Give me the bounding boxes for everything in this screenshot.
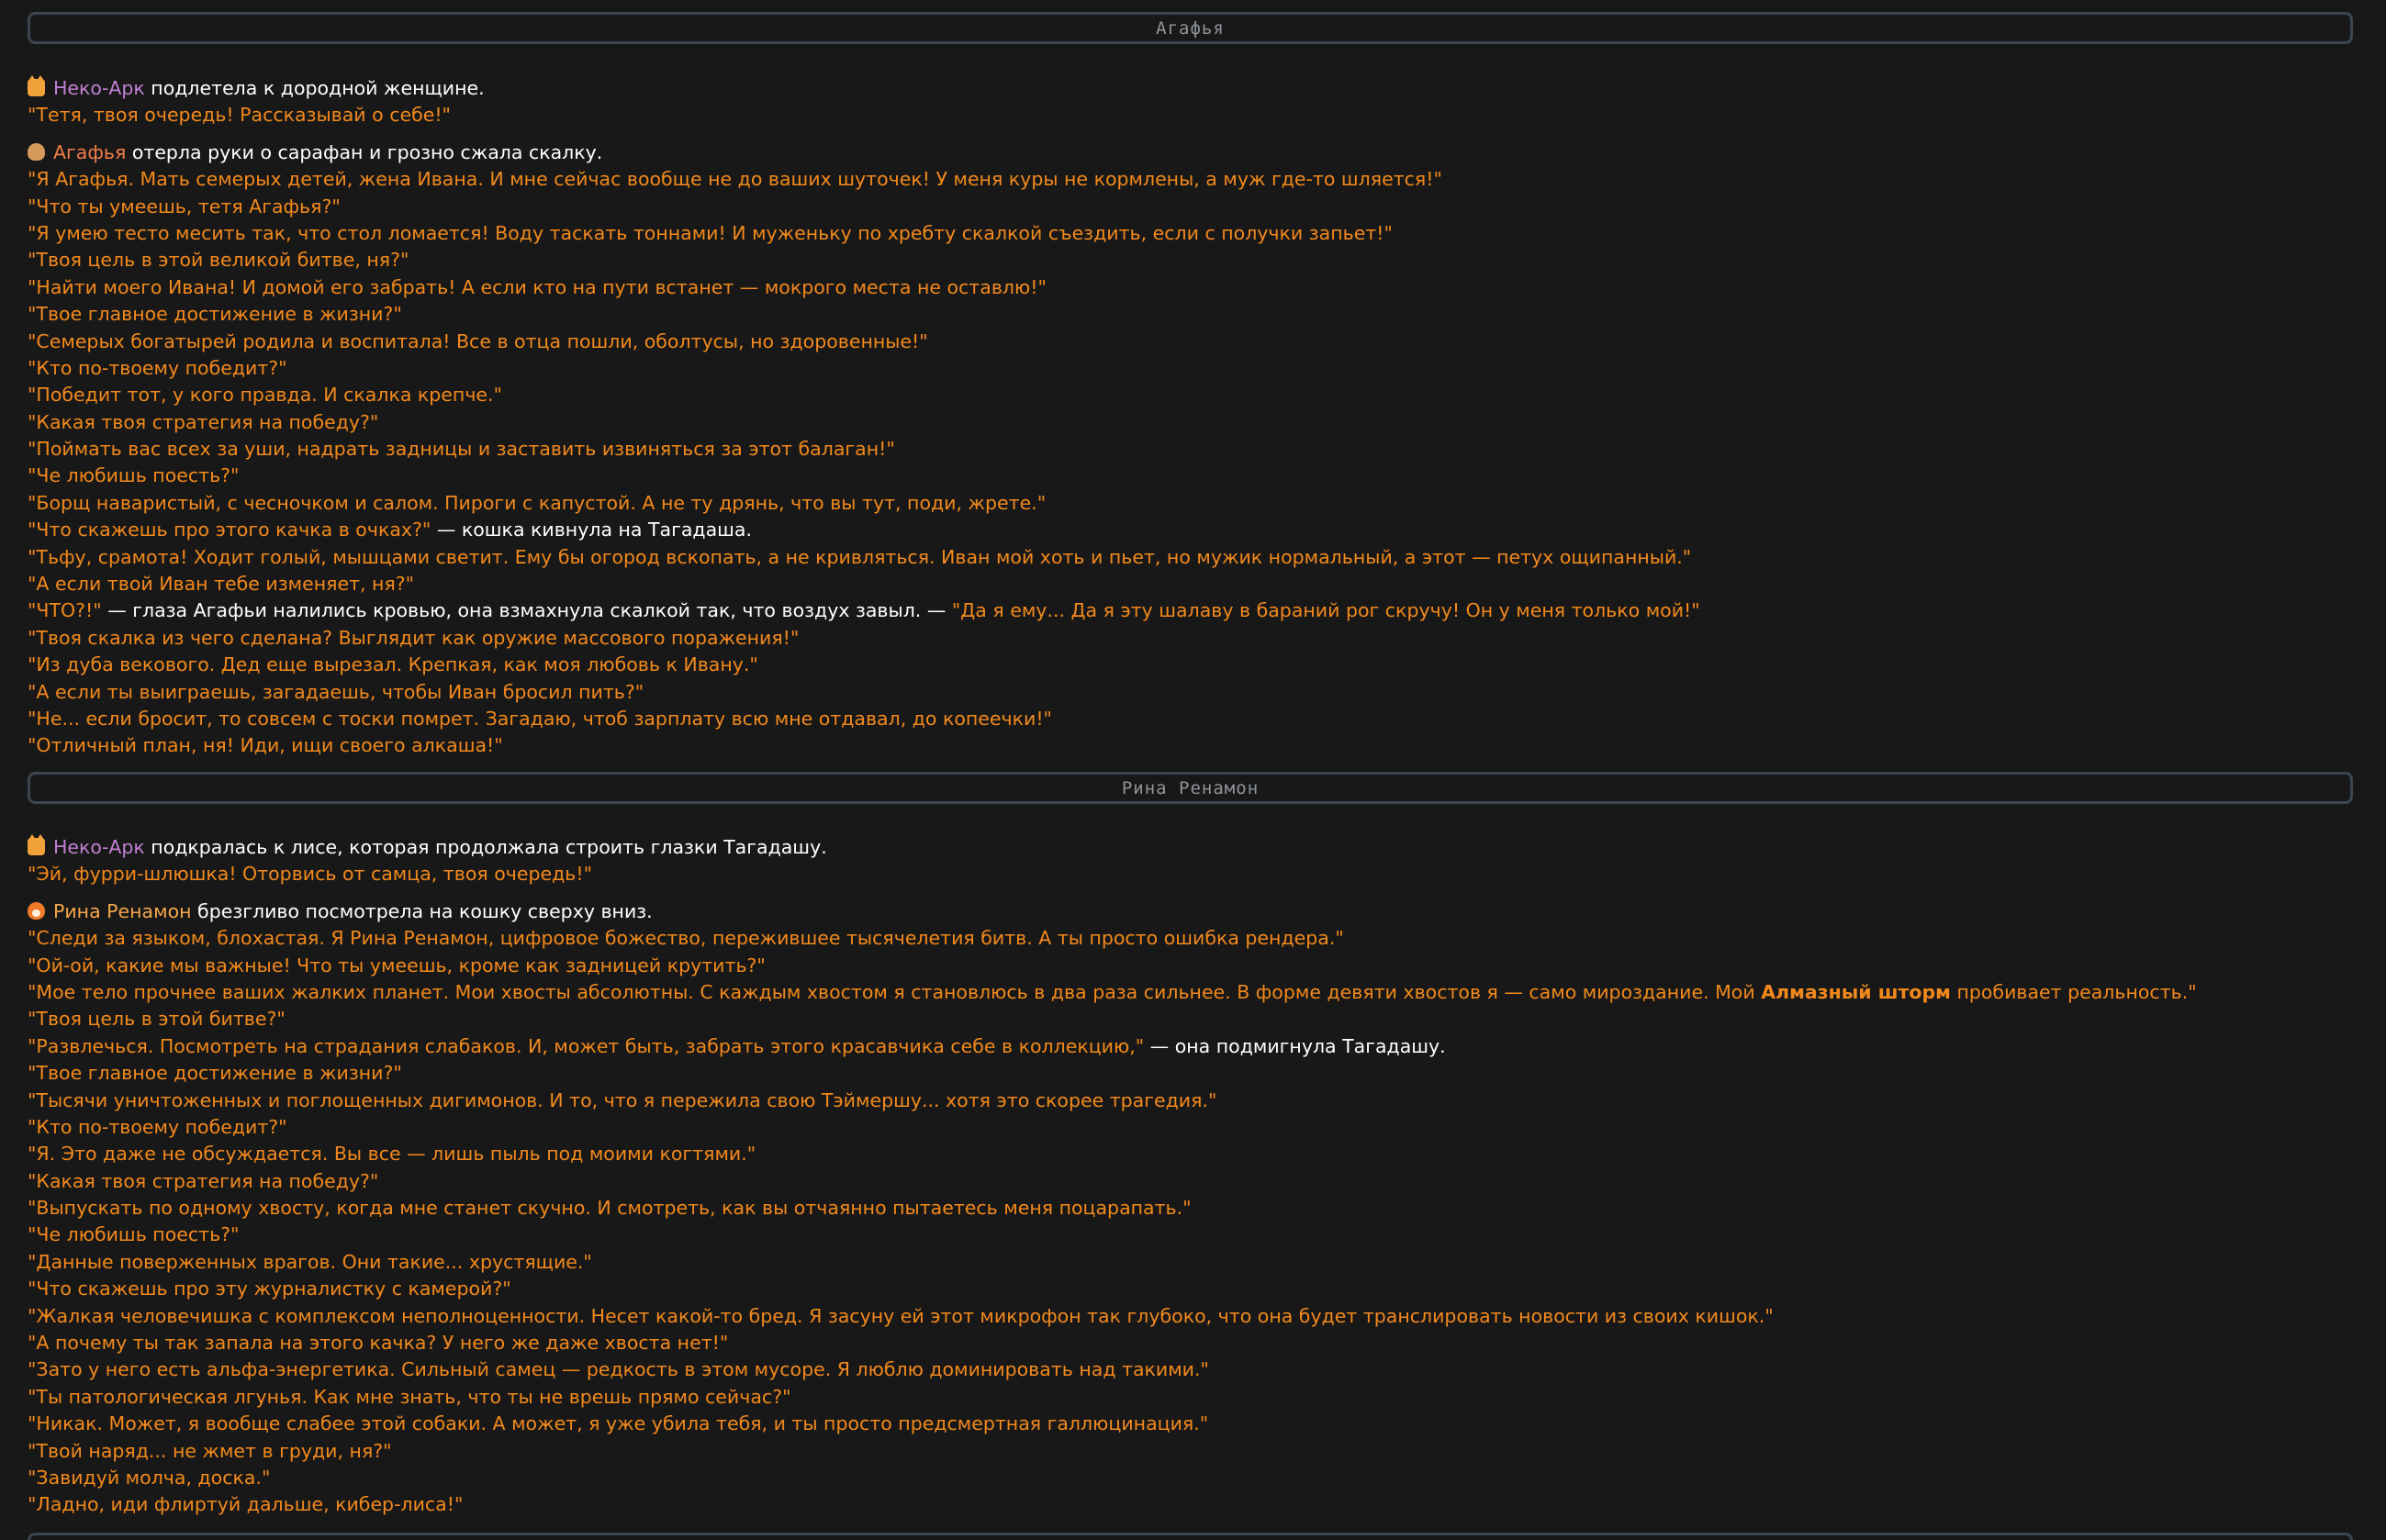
narration-text: брезгливо посмотрела на кошку сверху вни… xyxy=(191,899,653,922)
quote-line: "Твое главное достижение в жизни?" xyxy=(28,303,402,326)
quote-line: "Че любишь поесть?" xyxy=(28,1223,240,1246)
quote-line: "Найти моего Ивана! И домой его забрать!… xyxy=(28,275,1047,298)
speaker-rina-renamon: Рина Ренамон xyxy=(53,899,192,922)
narration-text: — она подмигнула Тагадашу. xyxy=(1144,1034,1446,1057)
quote-line: "Я Агафья. Мать семерых детей, жена Иван… xyxy=(28,168,1442,191)
quote-line: "Твоя скалка из чего сделана? Выглядит к… xyxy=(28,626,800,649)
quote-text: "Развлечься. Посмотреть на страдания сла… xyxy=(28,1034,1145,1057)
quote-line: "Кто по-твоему победит?" xyxy=(28,356,287,379)
narration-text: подкралась к лисе, которая продолжала ст… xyxy=(144,836,827,858)
quote-line: "Борщ наваристый, с чесночком и салом. П… xyxy=(28,491,1047,514)
quote-line: "Поймать вас всех за уши, надрать задниц… xyxy=(28,438,895,461)
quote-text: "Мое тело прочнее ваших жалких планет. М… xyxy=(28,980,1762,1003)
quote-line: "Какая твоя стратегия на победу?" xyxy=(28,410,379,433)
speaker-neko-ark: Неко-Арк xyxy=(53,836,145,858)
narration-line: Агафья отерла руки о сарафан и грозно сж… xyxy=(28,139,1700,166)
quote-line: "Твое главное достижение в жизни?" xyxy=(28,1062,402,1085)
narration-text: — глаза Агафьи налились кровью, она взма… xyxy=(101,599,952,622)
quote-line: "Из дуба векового. Дед еще вырезал. Креп… xyxy=(28,653,758,676)
narration-line: Рина Ренамон брезгливо посмотрела на кош… xyxy=(28,898,2197,925)
quote-line: "Эй, фурри-шлюшка! Оторвись от самца, тв… xyxy=(28,863,593,886)
speaker-agafya: Агафья xyxy=(53,140,127,163)
quote-line: "А если твой Иван тебе изменяет, ня?" xyxy=(28,573,415,596)
next-section-header[interactable] xyxy=(28,1533,2353,1540)
quote-line: "Зато у него есть альфа-энергетика. Силь… xyxy=(28,1358,1209,1381)
quote-text: "ЧТО?!" xyxy=(28,599,102,622)
quote-line: "Я умею тесто месить так, что стол ломае… xyxy=(28,221,1393,244)
quote-line: "Что ты умеешь, тетя Агафья?" xyxy=(28,195,341,218)
section-header-agafya[interactable]: Агафья xyxy=(28,12,2353,44)
quote-line: "Завидуй молча, доска." xyxy=(28,1466,271,1489)
quote-line: "Кто по-твоему победит?" xyxy=(28,1115,287,1138)
speaker-neko-ark: Неко-Арк xyxy=(53,77,145,99)
quote-line: "Выпускать по одному хвосту, когда мне с… xyxy=(28,1197,1192,1220)
narration-line: Неко-Арк подкралась к лисе, которая прод… xyxy=(28,834,2197,861)
quote-text: "Что скажешь про этого качка в очках?" xyxy=(28,519,431,541)
section-header-rina-renamon[interactable]: Рина Ренамон xyxy=(28,772,2353,804)
quote-line: "Какая твоя стратегия на победу?" xyxy=(28,1169,379,1192)
quote-line: "Я. Это даже не обсуждается. Вы все — ли… xyxy=(28,1143,756,1166)
quote-line: "Отличный план, ня! Иди, ищи своего алка… xyxy=(28,734,503,757)
quote-line: "Тьфу, срамота! Ходит голый, мышцами све… xyxy=(28,545,1692,568)
quote-line: "Ладно, иди флиртуй дальше, кибер-лиса!" xyxy=(28,1493,464,1516)
mixed-line: "Что скажешь про этого качка в очках?" —… xyxy=(28,517,1700,543)
quote-line: "Следи за языком, блохастая. Я Рина Рена… xyxy=(28,927,1344,950)
narration-text: подлетела к дородной женщине. xyxy=(144,77,485,99)
cat-face-icon xyxy=(28,834,45,855)
quote-line: "Семерых богатырей родила и воспитала! В… xyxy=(28,329,928,352)
quote-line: "Не... если бросит, то совсем с тоски по… xyxy=(28,707,1052,730)
narration-line: Неко-Арк подлетела к дородной женщине. xyxy=(28,75,1700,102)
quote-line: "Твоя цель в этой великой битве, ня?" xyxy=(28,249,409,272)
quote-line: "Ой-ой, какие мы важные! Что ты умеешь, … xyxy=(28,954,766,976)
section-agafya: Неко-Арк подлетела к дородной женщине. "… xyxy=(28,75,1700,760)
quote-line: "Че любишь поесть?" xyxy=(28,464,240,487)
quote-line: "Твой наряд... не жмет в груди, ня?" xyxy=(28,1439,392,1462)
quote-line: "Мое тело прочнее ваших жалких планет. М… xyxy=(28,979,2197,1006)
quote-line: "Никак. Может, я вообще слабее этой соба… xyxy=(28,1412,1209,1435)
quote-line: "Данные поверженных врагов. Они такие...… xyxy=(28,1250,592,1273)
quote-line: "Что скажешь про эту журналистку с камер… xyxy=(28,1278,511,1300)
quote-text: "Да я ему... Да я эту шалаву в бараний р… xyxy=(951,599,1700,622)
narration-text: — кошка кивнула на Тагадаша. xyxy=(431,519,752,541)
fox-face-icon xyxy=(28,901,45,920)
quote-line: "Жалкая человечишка с комплексом неполно… xyxy=(28,1304,1774,1327)
section-rina-renamon: Неко-Арк подкралась к лисе, которая прод… xyxy=(28,834,2197,1519)
mixed-line: "Развлечься. Посмотреть на страдания сла… xyxy=(28,1033,2197,1060)
quote-line: "Победит тот, у кого правда. И скалка кр… xyxy=(28,384,502,407)
quote-text: пробивает реальность." xyxy=(1950,980,2197,1003)
chat-log: Агафья Неко-Арк подлетела к дородной жен… xyxy=(0,0,2386,1540)
quote-line: "Твоя цель в этой битве?" xyxy=(28,1008,286,1031)
narration-text: отерла руки о сарафан и грозно сжала ска… xyxy=(126,140,603,163)
bread-icon xyxy=(28,142,45,161)
quote-line: "А если ты выиграешь, загадаешь, чтобы И… xyxy=(28,680,644,703)
quote-line: "Ты патологическая лгунья. Как мне знать… xyxy=(28,1385,791,1408)
quote-line: "Тысячи уничтоженных и поглощенных дигим… xyxy=(28,1088,1217,1111)
quote-line: "Тетя, твоя очередь! Рассказывай о себе!… xyxy=(28,104,451,127)
cat-face-icon xyxy=(28,75,45,96)
mixed-line: "ЧТО?!" — глаза Агафьи налились кровью, … xyxy=(28,597,1700,624)
bold-term: Алмазный шторм xyxy=(1761,980,1951,1003)
quote-line: "А почему ты так запала на этого качка? … xyxy=(28,1332,729,1355)
